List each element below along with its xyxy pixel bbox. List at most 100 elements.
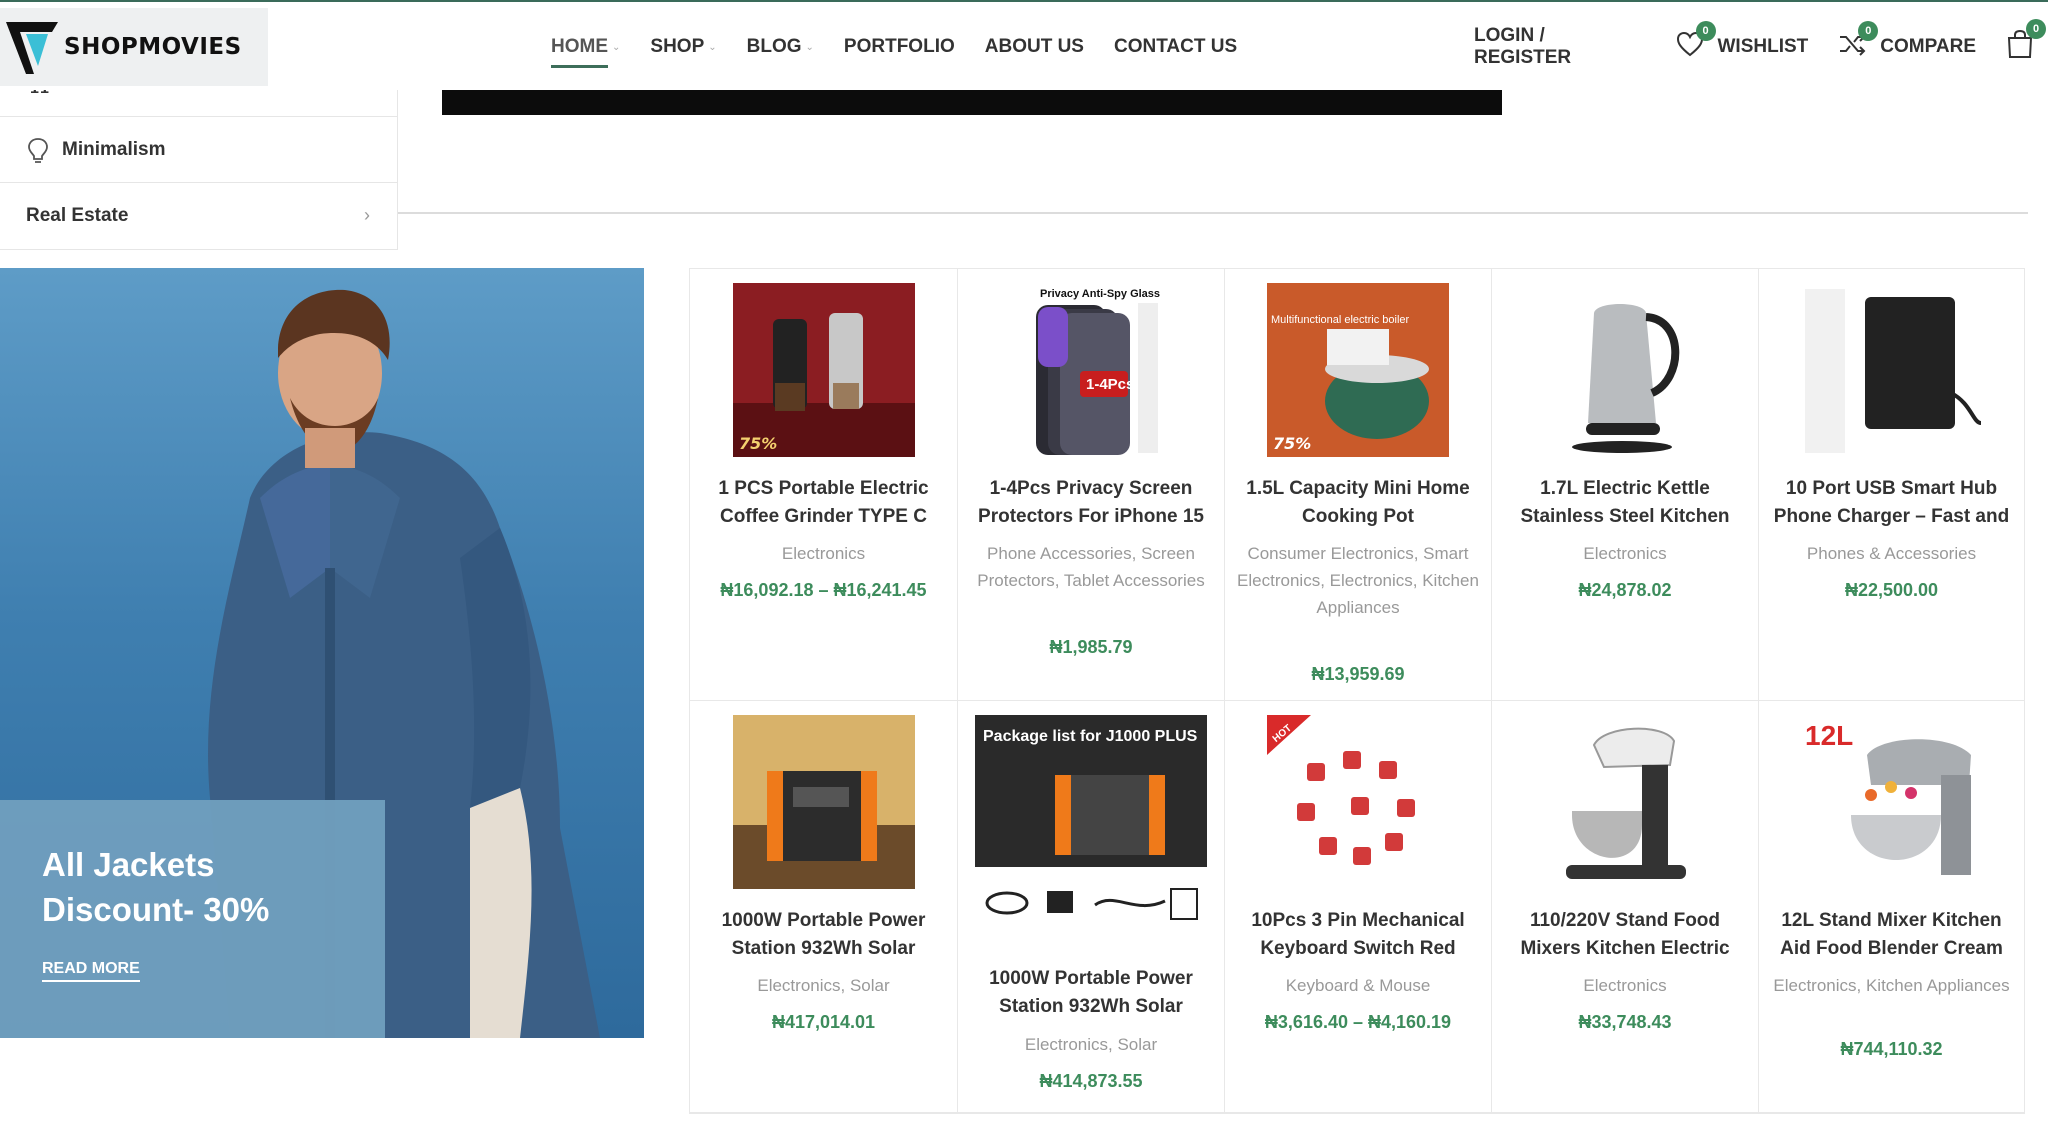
product-category[interactable]: Electronics	[700, 540, 947, 567]
product-category[interactable]: Electronics, Kitchen Appliances	[1769, 972, 2014, 999]
nav-contact[interactable]: CONTACT US	[1114, 32, 1237, 62]
product-card[interactable]: 12L 12L Stand Mixer Kitchen Aid Food Ble…	[1759, 701, 2025, 1113]
read-more-link[interactable]: READ MORE	[42, 960, 140, 982]
lightbulb-icon	[28, 138, 48, 163]
compare-label: COMPARE	[1880, 36, 1976, 57]
header-actions: LOGIN / REGISTER 0 WISHLIST 0 COMPARE 0	[1474, 19, 2048, 68]
product-name[interactable]: 10 Port USB Smart Hub Phone Charger – Fa…	[1769, 475, 2014, 531]
product-name[interactable]: 110/220V Stand Food Mixers Kitchen Elect…	[1502, 907, 1748, 963]
product-image	[1534, 715, 1716, 889]
product-card[interactable]: Multifunctional electric boiler 75% 1.5L…	[1225, 269, 1492, 701]
product-name[interactable]: 1.5L Capacity Mini Home Cooking Pot	[1235, 475, 1481, 531]
heart-icon: 0	[1676, 21, 1716, 63]
logo-mark-icon	[6, 22, 58, 74]
cart-link[interactable]: 0	[2006, 19, 2048, 65]
product-price: ₦24,878.02	[1578, 580, 1672, 600]
product-image	[732, 715, 915, 889]
chevron-down-icon: ⌄	[805, 41, 814, 53]
product-name[interactable]: 12L Stand Mixer Kitchen Aid Food Blender…	[1769, 907, 2014, 963]
logo-text: SHOPMOVIES	[64, 34, 242, 60]
wishlist-count-badge: 0	[1695, 21, 1716, 41]
logo[interactable]: SHOPMOVIES	[0, 8, 268, 86]
product-image	[1800, 283, 1983, 457]
product-grid: 75% 1 PCS Portable Electric Coffee Grind…	[689, 268, 2025, 1114]
product-name[interactable]: 1 PCS Portable Electric Coffee Grinder T…	[700, 475, 947, 531]
section-divider	[398, 212, 2028, 214]
nav-home[interactable]: HOME ⌄	[551, 32, 621, 68]
sidebar-item-label: Real Estate	[26, 204, 129, 226]
product-name[interactable]: 1.7L Electric Kettle Stainless Steel Kit…	[1502, 475, 1748, 531]
compare-link[interactable]: 0 COMPARE	[1838, 21, 1976, 63]
nav-about-label: ABOUT US	[984, 36, 1084, 57]
product-card[interactable]: 75% 1 PCS Portable Electric Coffee Grind…	[690, 269, 958, 701]
discount-badge-text: 75%	[1273, 434, 1311, 453]
nav-about[interactable]: ABOUT US	[985, 32, 1084, 62]
nav-home-label: HOME	[551, 36, 608, 57]
product-name[interactable]: 1000W Portable Power Station 932Wh Solar	[968, 965, 1214, 1021]
wishlist-label: WISHLIST	[1717, 36, 1809, 57]
image-badge-text: 1-4Pcs	[1086, 376, 1134, 393]
product-category[interactable]: Consumer Electronics, Smart Electronics,…	[1235, 540, 1481, 621]
product-category[interactable]: Electronics, Solar	[968, 1031, 1214, 1058]
chevron-down-icon: ⌄	[612, 41, 621, 53]
image-caption: Privacy Anti-Spy Glass	[1040, 288, 1160, 300]
product-card[interactable]: 1000W Portable Power Station 932Wh Solar…	[690, 701, 958, 1113]
product-category[interactable]: Phones & Accessories	[1769, 540, 2014, 567]
chevron-right-icon: ›	[364, 205, 370, 225]
product-image: Package list for J1000 PLUS	[975, 715, 1207, 947]
product-name[interactable]: 10Pcs 3 Pin Mechanical Keyboard Switch R…	[1235, 907, 1481, 963]
cart-count-badge: 0	[2026, 19, 2046, 39]
product-price: ₦1,985.79	[1049, 637, 1133, 657]
product-price: ₦414,873.55	[1039, 1071, 1143, 1091]
product-name[interactable]: 1-4Pcs Privacy Screen Protectors For iPh…	[968, 475, 1214, 531]
product-price: ₦417,014.01	[771, 1012, 876, 1032]
sidebar-item-real-estate[interactable]: Real Estate ›	[0, 182, 398, 248]
promo-banner[interactable]: All Jackets Discount- 30% READ MORE	[0, 268, 644, 1038]
product-category[interactable]: Electronics	[1502, 972, 1748, 999]
product-card[interactable]: 110/220V Stand Food Mixers Kitchen Elect…	[1492, 701, 1759, 1113]
product-image: Privacy Anti-Spy Glass 1-4Pcs	[1000, 283, 1182, 457]
product-category[interactable]: Keyboard & Mouse	[1235, 972, 1481, 999]
nav-blog[interactable]: BLOG ⌄	[747, 32, 814, 62]
product-card[interactable]: HOT 10Pcs 3 Pin Mechanical Keyboard Swit…	[1225, 701, 1492, 1113]
image-caption: Package list for J1000 PLUS	[983, 728, 1198, 745]
product-category[interactable]: Phone Accessories, Screen Protectors, Ta…	[968, 540, 1214, 594]
promo-title: All Jackets Discount- 30%	[42, 846, 270, 928]
shopping-bag-icon: 0	[2006, 19, 2046, 65]
product-price: ₦16,092.18 – ₦16,241.45	[720, 580, 927, 600]
nav-portfolio[interactable]: PORTFOLIO	[844, 32, 955, 62]
discount-badge-text: 75%	[739, 434, 777, 453]
image-caption: Multifunctional electric boiler	[1271, 314, 1410, 326]
compare-count-badge: 0	[1858, 21, 1879, 41]
product-card[interactable]: Package list for J1000 PLUS 1000W Portab…	[958, 701, 1225, 1113]
product-name[interactable]: 1000W Portable Power Station 932Wh Solar	[700, 907, 947, 963]
sidebar-item-label: Minimalism	[62, 138, 166, 160]
product-price: ₦22,500.00	[1844, 580, 1939, 600]
category-sidebar: 11 Minimalism Real Estate ›	[0, 80, 398, 250]
product-price: ₦3,616.40 – ₦4,160.19	[1264, 1012, 1452, 1032]
product-category[interactable]: Electronics	[1502, 540, 1748, 567]
product-category[interactable]: Electronics, Solar	[700, 972, 947, 999]
product-card[interactable]: 10 Port USB Smart Hub Phone Charger – Fa…	[1759, 269, 2025, 701]
main-nav: HOME ⌄ SHOP ⌄ BLOG ⌄ PORTFOLIO ABOUT US CON…	[551, 32, 1267, 68]
wishlist-link[interactable]: 0 WISHLIST	[1676, 21, 1809, 63]
product-price: ₦33,748.43	[1578, 1012, 1672, 1032]
chevron-down-icon: ⌄	[708, 41, 717, 53]
nav-portfolio-label: PORTFOLIO	[843, 36, 955, 57]
site-header: SHOPMOVIES HOME ⌄ SHOP ⌄ BLOG ⌄ PORTFOLIO A…	[0, 0, 2048, 90]
nav-shop-label: SHOP	[650, 36, 705, 57]
product-card[interactable]: Privacy Anti-Spy Glass 1-4Pcs 1-4Pcs Pri…	[958, 269, 1225, 701]
nav-blog-label: BLOG	[746, 36, 802, 57]
nav-shop[interactable]: SHOP ⌄	[650, 32, 716, 62]
login-register-link[interactable]: LOGIN / REGISTER	[1474, 25, 1646, 69]
product-image: 75%	[732, 283, 915, 457]
product-card[interactable]: 1.7L Electric Kettle Stainless Steel Kit…	[1492, 269, 1759, 701]
nav-contact-label: CONTACT US	[1113, 36, 1238, 57]
sidebar-item-minimalism[interactable]: Minimalism	[0, 116, 398, 182]
product-image: 12L	[1800, 715, 1983, 889]
capacity-label: 12L	[1805, 720, 1853, 751]
product-price: ₦744,110.32	[1840, 1039, 1943, 1059]
product-image	[1534, 283, 1716, 457]
product-image: Multifunctional electric boiler 75%	[1267, 283, 1449, 457]
hero-media-strip	[442, 88, 1502, 115]
